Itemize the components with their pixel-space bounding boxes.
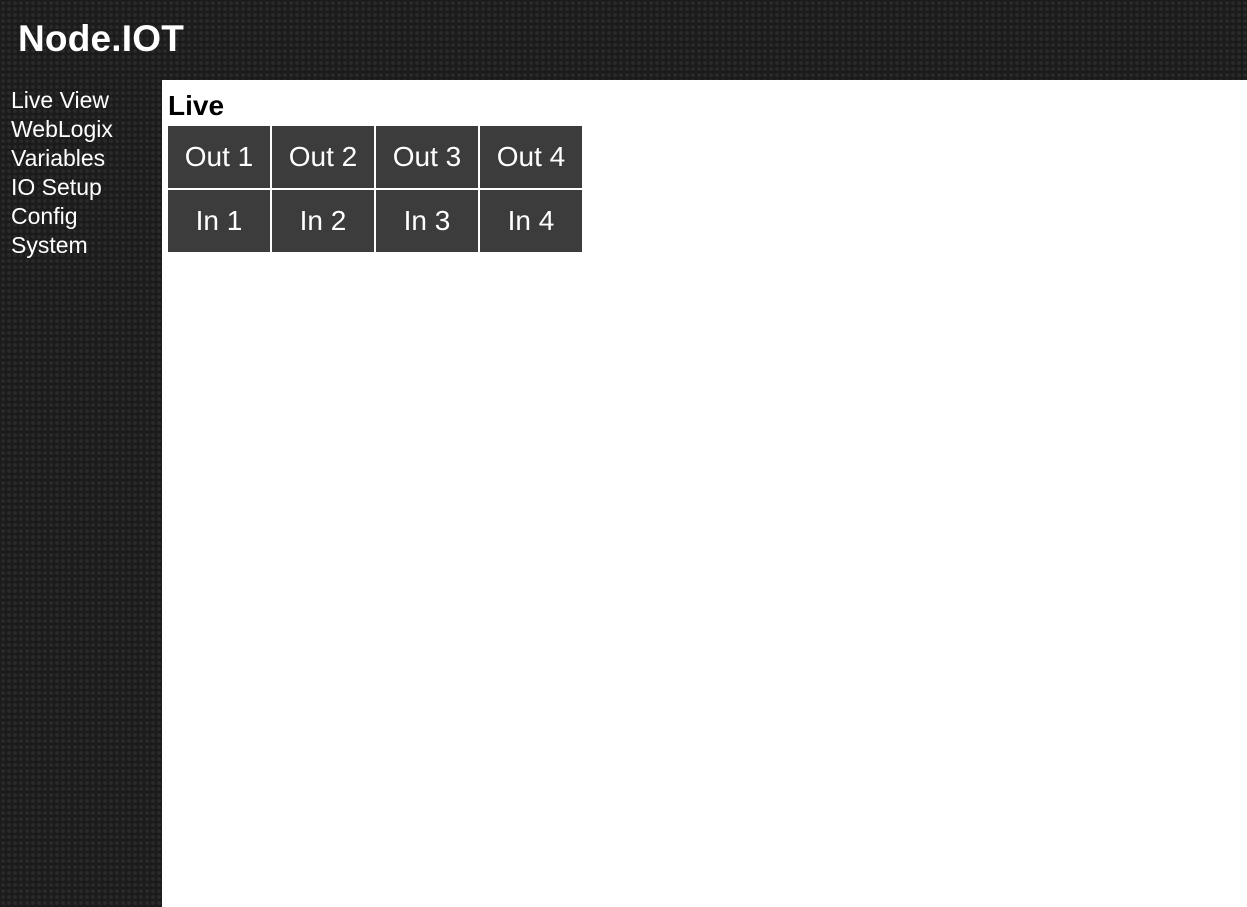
output-tile-4[interactable]: Out 4	[480, 126, 582, 188]
input-tile-4: In 4	[480, 190, 582, 252]
main-content: Live Out 1 Out 2 Out 3 Out 4 In 1 In 2 I…	[162, 80, 1247, 907]
page-title: Live	[168, 90, 225, 121]
sidebar-item-variables[interactable]: Variables	[11, 144, 162, 173]
app-brand-title: Node.IOT	[18, 18, 185, 59]
sidebar-item-io-setup[interactable]: IO Setup	[11, 173, 162, 202]
sidebar-item-system[interactable]: System	[11, 231, 162, 260]
output-tile-3[interactable]: Out 3	[376, 126, 478, 188]
input-tile-3: In 3	[376, 190, 478, 252]
sidebar-nav: Live View WebLogix Variables IO Setup Co…	[0, 80, 162, 907]
input-tile-1: In 1	[168, 190, 270, 252]
app-header: Node.IOT	[0, 0, 1247, 80]
input-tile-2: In 2	[272, 190, 374, 252]
io-grid: Out 1 Out 2 Out 3 Out 4 In 1 In 2 In 3 I…	[168, 126, 582, 252]
sidebar-item-weblogix[interactable]: WebLogix	[11, 115, 162, 144]
sidebar-item-live-view[interactable]: Live View	[11, 86, 162, 115]
output-tile-2[interactable]: Out 2	[272, 126, 374, 188]
sidebar-menu: Live View WebLogix Variables IO Setup Co…	[0, 80, 162, 260]
output-tile-1[interactable]: Out 1	[168, 126, 270, 188]
sidebar-item-config[interactable]: Config	[11, 202, 162, 231]
